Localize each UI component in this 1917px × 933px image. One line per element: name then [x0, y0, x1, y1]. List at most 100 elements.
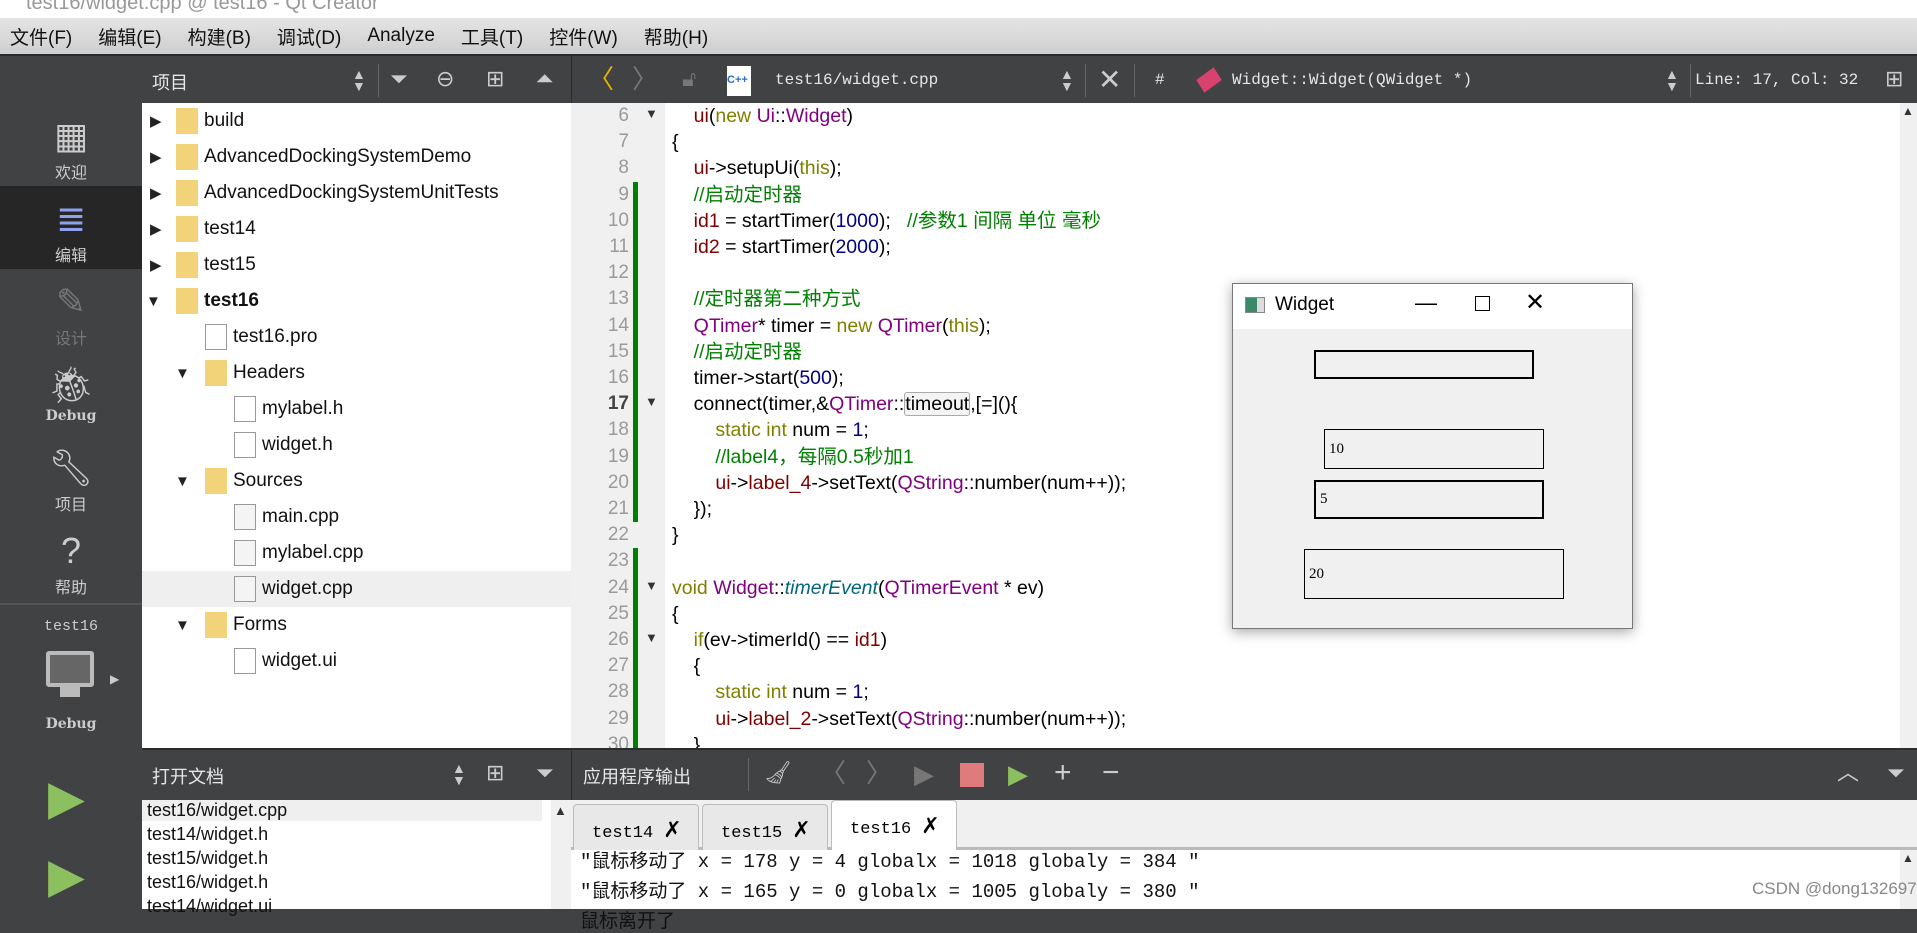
clear-output-icon[interactable]: 🧹︎	[764, 762, 792, 784]
hide-pane-icon[interactable]: ⏶	[536, 68, 554, 90]
file-select-arrows-icon[interactable]: ▲ ▼	[1060, 67, 1074, 93]
back-icon[interactable]: 〈	[588, 66, 614, 92]
tree-item[interactable]: ▶ AdvancedDockingSystemDemo	[142, 139, 571, 175]
code-line[interactable]: id2 = startTimer(2000);	[672, 234, 891, 260]
mode-5-label[interactable]: 帮助	[0, 574, 142, 598]
close-tab-icon[interactable]: ✗	[792, 817, 810, 842]
stop-icon[interactable]	[960, 763, 984, 787]
edit-icon[interactable]: ≣	[0, 198, 142, 240]
tree-item[interactable]: ▶ AdvancedDockingSystemUnitTests	[142, 175, 571, 211]
menu-item[interactable]: 工具(T)	[461, 23, 523, 50]
code-line[interactable]: ui->label_2->setText(QString::number(num…	[672, 706, 1126, 732]
editor-scrollbar[interactable]: ▲	[1900, 103, 1917, 748]
maximize-button[interactable]	[1475, 296, 1490, 311]
split-icon[interactable]: ⊞	[486, 68, 504, 90]
tree-item[interactable]: widget.cpp	[142, 571, 571, 607]
pencil-icon[interactable]: ✎	[0, 281, 142, 323]
tree-item[interactable]: ▼ Forms	[142, 607, 571, 643]
tree-item[interactable]: test16.pro	[142, 319, 571, 355]
code-line[interactable]: //启动定时器	[672, 339, 802, 365]
expanded-arrow-icon[interactable]: ▼	[175, 365, 190, 382]
code-line[interactable]: //label4，每隔0.5秒加1	[672, 444, 913, 470]
current-file[interactable]: test16/widget.cpp	[775, 71, 938, 89]
output-tab-test15[interactable]: test15 ✗	[702, 804, 828, 850]
menu-item[interactable]: 编辑(E)	[98, 23, 161, 50]
output-tab-test16[interactable]: test16 ✗	[831, 800, 957, 850]
help-icon[interactable]: ?	[0, 530, 142, 572]
open-doc-item[interactable]: test15/widget.h	[147, 848, 547, 869]
mode-3-label[interactable]: Debug	[0, 408, 142, 424]
kit-arrow-icon[interactable]: ▶	[110, 673, 119, 685]
code-line[interactable]: if(ev->timerId() == id1)	[672, 627, 887, 653]
tree-item[interactable]: ▼ Sources	[142, 463, 571, 499]
docs-hide-icon[interactable]: ⏷	[536, 762, 554, 784]
code-line[interactable]: connect(timer,&QTimer::timeout,[=](){	[672, 391, 1017, 417]
code-line[interactable]: //启动定时器	[672, 182, 802, 208]
docs-scrollbar[interactable]: ▲	[551, 800, 571, 909]
close-tab-icon[interactable]: ✗	[921, 813, 939, 838]
symbol-selector[interactable]: Widget::Widget(QWidget *)	[1232, 71, 1472, 89]
monitor-icon[interactable]	[46, 651, 94, 687]
collapsed-arrow-icon[interactable]: ▶	[150, 256, 162, 274]
tree-item[interactable]: ▼ test16	[142, 283, 571, 319]
code-line[interactable]: });	[672, 496, 712, 522]
code-line[interactable]: ui->label_4->setText(QString::number(num…	[672, 470, 1126, 496]
expanded-arrow-icon[interactable]: ▼	[175, 473, 190, 490]
code-line[interactable]: ui(new Ui::Widget)	[672, 103, 853, 129]
output-tab-test14[interactable]: test14 ✗	[573, 804, 699, 850]
close-button[interactable]: ✕	[1525, 288, 1545, 317]
code-line[interactable]: QTimer* timer = new QTimer(this);	[672, 313, 991, 339]
grid-icon[interactable]: ▦	[0, 115, 142, 157]
debug-icon[interactable]: ▶	[1008, 761, 1028, 787]
code-line[interactable]: {	[672, 129, 679, 155]
next-icon[interactable]: 〉	[866, 760, 892, 786]
filter-icon[interactable]: ⏷	[390, 68, 408, 90]
fold-arrow-icon[interactable]: ▼	[645, 106, 658, 121]
minimize-button[interactable]: —	[1415, 290, 1437, 316]
mode-4-label[interactable]: 项目	[0, 491, 142, 515]
open-doc-item[interactable]: test14/widget.ui	[147, 896, 547, 917]
code-line[interactable]: void Widget::timerEvent(QTimerEvent * ev…	[672, 575, 1044, 601]
tree-item[interactable]: ▶ build	[142, 103, 571, 139]
code-line[interactable]: {	[672, 653, 701, 679]
output-pane[interactable]: ▲ "鼠标移动了 x = 178 y = 4 globalx = 1018 gl…	[571, 850, 1917, 933]
menu-item[interactable]: Analyze	[367, 25, 435, 47]
close-tab-icon[interactable]: ✗	[663, 817, 681, 842]
split-editor-icon[interactable]: ⊞	[1885, 68, 1903, 90]
fold-arrow-icon[interactable]: ▼	[645, 630, 658, 645]
close-file-icon[interactable]: ✕	[1098, 66, 1121, 94]
tree-item[interactable]: ▼ Headers	[142, 355, 571, 391]
menu-item[interactable]: 调试(D)	[277, 23, 341, 50]
fold-arrow-icon[interactable]: ▼	[645, 578, 658, 593]
collapsed-arrow-icon[interactable]: ▶	[150, 112, 162, 130]
menu-item[interactable]: 构建(B)	[188, 23, 251, 50]
tree-item[interactable]: ▶ test14	[142, 211, 571, 247]
code-line[interactable]: }	[672, 732, 701, 748]
open-doc-item[interactable]: test16/widget.h	[147, 872, 547, 893]
code-line[interactable]: {	[672, 601, 679, 627]
link-icon[interactable]: ⊖	[436, 68, 454, 90]
menu-item[interactable]: 帮助(H)	[644, 23, 708, 50]
expanded-arrow-icon[interactable]: ▼	[146, 293, 161, 310]
sort-arrows-icon[interactable]: ▲ ▼	[352, 67, 366, 93]
wrench-icon[interactable]: 🔧︎	[0, 447, 142, 489]
docs-sort-arrows-icon[interactable]: ▲ ▼	[452, 761, 466, 787]
remove-icon[interactable]: −	[1102, 758, 1120, 788]
run-icon[interactable]: ▶	[48, 775, 85, 823]
code-line[interactable]: static int num = 1;	[672, 679, 868, 705]
widget-titlebar[interactable]: Widget — ✕	[1233, 284, 1632, 329]
tree-item[interactable]: widget.h	[142, 427, 571, 463]
output-hide-icon[interactable]: ⏷	[1887, 762, 1905, 784]
code-line[interactable]: }	[672, 522, 679, 548]
collapsed-arrow-icon[interactable]: ▶	[150, 220, 162, 238]
debug-run-icon[interactable]: ▶	[48, 853, 85, 901]
cursor-position[interactable]: Line: 17, Col: 32	[1695, 71, 1858, 89]
open-doc-item[interactable]: test16/widget.cpp	[142, 800, 542, 821]
code-line[interactable]: //定时器第二种方式	[672, 286, 861, 312]
code-line[interactable]: timer->start(500);	[672, 365, 844, 391]
code-line[interactable]: ui->setupUi(this);	[672, 155, 842, 181]
menu-item[interactable]: 文件(F)	[10, 23, 72, 50]
code-line[interactable]: id1 = startTimer(1000); //参数1 间隔 单位 毫秒	[672, 208, 1101, 234]
widget-window[interactable]: Widget — ✕ 10 5 20	[1232, 283, 1633, 629]
expanded-arrow-icon[interactable]: ▼	[175, 617, 190, 634]
